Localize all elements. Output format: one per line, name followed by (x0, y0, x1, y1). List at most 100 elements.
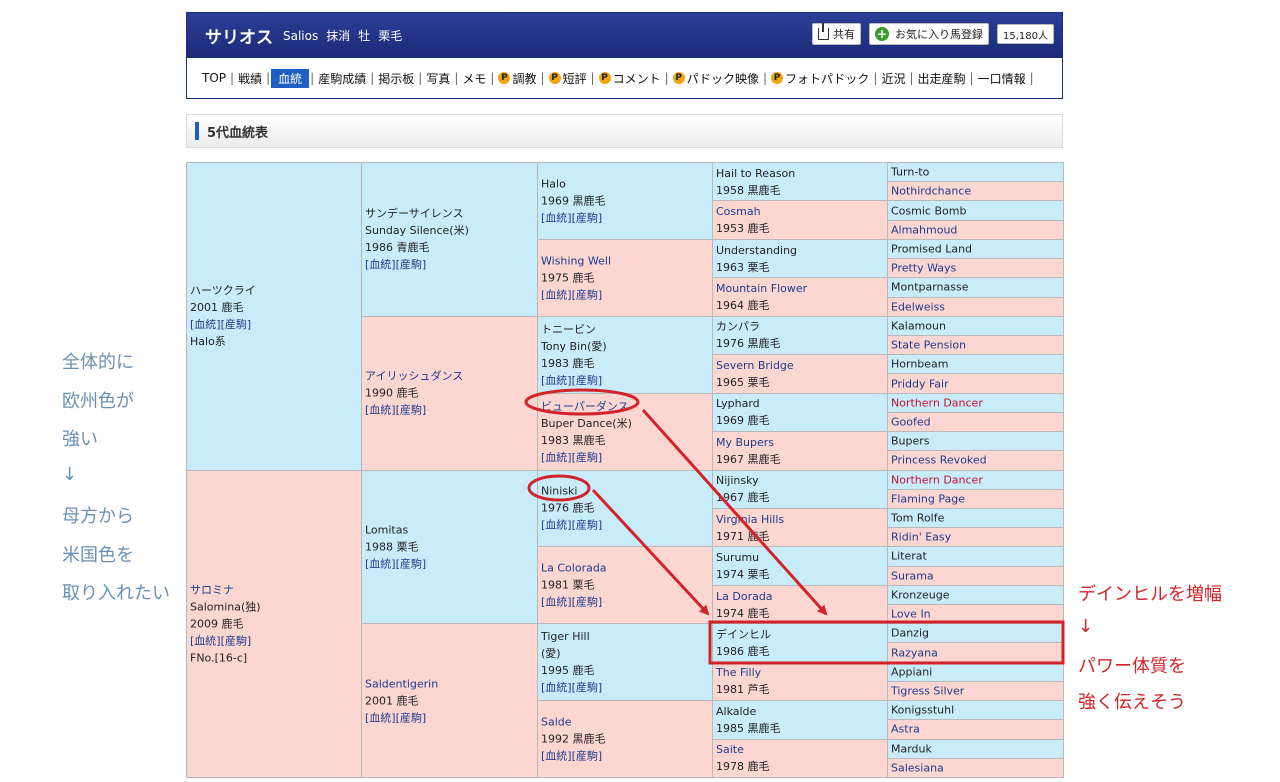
nav-label: パドック映像 (686, 71, 759, 86)
nav-item-5[interactable]: 写真 (423, 70, 453, 87)
horse-name-link[interactable]: La Colorada (541, 560, 709, 577)
horse-name-link[interactable]: Almahmoud (891, 221, 1060, 238)
horse-name-link[interactable]: Saldentigerin (365, 675, 534, 692)
horse-name-link[interactable]: Northern Dancer (891, 471, 1060, 488)
pedigree-progeny-links[interactable]: [血統][産駒] (365, 709, 534, 726)
horse-name-link[interactable]: Razyana (891, 644, 1060, 661)
favorite-button[interactable]: + お気に入り馬登録 (869, 23, 989, 45)
horse-name-link[interactable]: Kalamoun (891, 317, 1060, 334)
pedigree-progeny-links[interactable]: [血統][産駒] (541, 679, 709, 696)
horse-name-link[interactable]: Pretty Ways (891, 260, 1060, 277)
horse-name-link[interactable]: トニービン (541, 321, 709, 338)
horse-name-link[interactable]: Literat (891, 548, 1060, 565)
horse-name-link[interactable]: ハーツクライ (190, 282, 358, 299)
pedigree-cell-gen3: Tiger Hill (愛) 1995 鹿毛 [血統][産駒] (537, 623, 713, 702)
horse-name-link[interactable]: Tiger Hill (541, 628, 709, 645)
pedigree-progeny-links[interactable]: [血統][産駒] (541, 594, 709, 611)
nav-item-11[interactable]: P フォトパドック (768, 70, 872, 87)
nav-item-14[interactable]: 一口情報 (975, 70, 1029, 87)
horse-name-link[interactable]: Princess Revoked (891, 452, 1060, 469)
horse-name-link[interactable]: カンパラ (716, 318, 884, 335)
horse-name-link[interactable]: Bupers (891, 433, 1060, 450)
horse-name-link[interactable]: Mountain Flower (716, 280, 884, 297)
nav-label: TOP (202, 71, 227, 85)
pedigree-progeny-links[interactable]: [血統][産駒] (541, 748, 709, 765)
pedigree-table: ハーツクライ 2001 鹿毛 [血統][産駒] Halo系 サロミナ Salomina(独… (186, 162, 1064, 778)
horse-name-link[interactable]: Hornbeam (891, 356, 1060, 373)
horse-name-link[interactable]: Konigsstuhl (891, 702, 1060, 719)
nav-item-3[interactable]: 産駒成績 (315, 70, 369, 87)
horse-name-link[interactable]: Lomitas (365, 521, 534, 538)
pedigree-progeny-links[interactable]: [血統][産駒] (541, 517, 709, 534)
pedigree-progeny-links[interactable]: [血統][産駒] (365, 256, 534, 273)
horse-name-link[interactable]: サンデーサイレンス (365, 205, 534, 222)
horse-name-link[interactable]: デインヒル (716, 626, 884, 643)
horse-name-link[interactable]: Ridin' Easy (891, 529, 1060, 546)
horse-name-link[interactable]: My Bupers (716, 434, 884, 451)
nav-item-0[interactable]: TOP (199, 71, 229, 85)
horse-name-link[interactable]: Priddy Fair (891, 375, 1060, 392)
horse-name-link[interactable]: Tigress Silver (891, 683, 1060, 700)
pedigree-progeny-links[interactable]: [血統][産駒] (365, 402, 534, 419)
horse-name-link[interactable]: Nijinsky (716, 472, 884, 489)
horse-name-link[interactable]: Northern Dancer (891, 394, 1060, 411)
horse-name-link[interactable]: Appiani (891, 663, 1060, 680)
horse-name-link[interactable]: Astra (891, 721, 1060, 738)
pedigree-progeny-links[interactable]: [血統][産駒] (190, 316, 358, 333)
horse-name-link[interactable]: Montparnasse (891, 279, 1060, 296)
horse-name-link[interactable]: Niniski (541, 483, 709, 500)
horse-name-link[interactable]: Virginia Hills (716, 511, 884, 528)
horse-name-link[interactable]: サロミナ (190, 581, 358, 598)
nav-item-13[interactable]: 出走産駒 (915, 70, 969, 87)
horse-name-link[interactable]: Salesiana (891, 759, 1060, 776)
horse-name-link[interactable]: Wishing Well (541, 252, 709, 269)
horse-name-link[interactable]: Severn Bridge (716, 357, 884, 374)
horse-name-link[interactable]: Promised Land (891, 240, 1060, 257)
horse-name-link[interactable]: Cosmic Bomb (891, 202, 1060, 219)
pedigree-progeny-links[interactable]: [血統][産駒] (190, 632, 358, 649)
horse-name-link[interactable]: Salde (541, 714, 709, 731)
horse-name-link[interactable]: Surumu (716, 549, 884, 566)
nav-item-2[interactable]: 血統 (271, 68, 310, 88)
horse-name-link[interactable]: Marduk (891, 740, 1060, 757)
nav-item-4[interactable]: 掲示板 (375, 70, 417, 87)
horse-name-link[interactable]: Halo (541, 175, 709, 192)
horse-name-link[interactable]: Understanding (716, 242, 884, 259)
horse-name-link[interactable]: Turn-to (891, 164, 1060, 181)
horse-name-link[interactable]: Tom Rolfe (891, 510, 1060, 527)
horse-name-link[interactable]: Cosmah (716, 203, 884, 220)
horse-name-link[interactable]: Love In (891, 606, 1060, 623)
horse-name-link[interactable]: Kronzeuge (891, 586, 1060, 603)
horse-name-link[interactable]: Alkalde (716, 703, 884, 720)
nav-item-9[interactable]: P コメント (596, 70, 664, 87)
share-button[interactable]: 共有 (812, 23, 861, 45)
horse-name-link[interactable]: Edelweiss (891, 298, 1060, 315)
horse-origin-name: Buper Dance(米) (541, 416, 632, 430)
horse-name-link[interactable]: Flaming Page (891, 490, 1060, 507)
horse-name-link[interactable]: Goofed (891, 413, 1060, 430)
pedigree-progeny-links[interactable]: [血統][産駒] (365, 555, 534, 572)
horse-name-link[interactable]: ビューパーダンス (541, 398, 709, 415)
nav-item-8[interactable]: P 短評 (546, 70, 590, 87)
nav-item-7[interactable]: P 調教 (495, 70, 539, 87)
horse-name-link[interactable]: アイリッシュダンス (365, 368, 534, 385)
pedigree-progeny-links[interactable]: [血統][産駒] (541, 286, 709, 303)
pedigree-progeny-links[interactable]: [血統][産駒] (541, 449, 709, 466)
horse-name-link[interactable]: Nothirdchance (891, 183, 1060, 200)
horse-name-link[interactable]: The Filly (716, 664, 884, 681)
pedigree-progeny-links[interactable]: [血統][産駒] (541, 209, 709, 226)
horse-name-link[interactable]: Surama (891, 567, 1060, 584)
nav-item-1[interactable]: 戦績 (235, 70, 265, 87)
horse-name-link[interactable]: Saite (716, 741, 884, 758)
horse-birth-year: 1992 黒鹿毛 (541, 732, 606, 746)
nav-item-10[interactable]: P パドック映像 (670, 70, 762, 87)
horse-name-link[interactable]: Lyphard (716, 395, 884, 412)
nav-item-6[interactable]: メモ (459, 70, 489, 87)
horse-name-link[interactable]: Hail to Reason (716, 165, 884, 182)
horse-name-link[interactable]: State Pension (891, 337, 1060, 354)
horse-name-en: Salios (283, 28, 319, 43)
horse-name-link[interactable]: La Dorada (716, 588, 884, 605)
pedigree-progeny-links[interactable]: [血統][産駒] (541, 372, 709, 389)
horse-name-link[interactable]: Danzig (891, 625, 1060, 642)
nav-item-12[interactable]: 近況 (878, 70, 908, 87)
